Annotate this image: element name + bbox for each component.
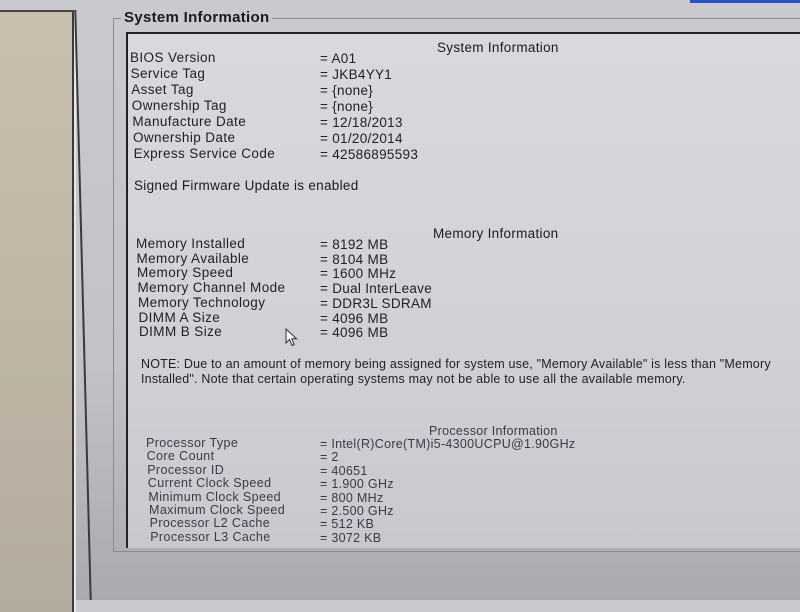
processor-row-value: = Intel(R)Core(TM)i5-4300UCPU@1.90GHz — [320, 437, 576, 451]
processor-row-label: Processor L3 Cache — [150, 529, 271, 544]
processor-row-value: = 512 KB — [320, 517, 375, 532]
processor-row-value: = 1.900 GHz — [320, 477, 394, 492]
processor-row-label: Processor ID — [147, 462, 225, 477]
system-row-value: = {none} — [320, 83, 374, 98]
groupbox-title: System Information — [121, 9, 273, 26]
memory-row-label: Memory Speed — [137, 265, 234, 281]
processor-row-label: Processor L2 Cache — [149, 516, 271, 531]
system-section-title: System Information — [437, 40, 559, 55]
memory-row-value: = Dual InterLeave — [320, 281, 433, 297]
processor-row-value: = 40651 — [320, 463, 368, 478]
system-row-label: Ownership Date — [133, 130, 236, 145]
processor-row-value: = 2.500 GHz — [320, 504, 394, 518]
memory-row-label: Memory Available — [136, 250, 250, 266]
processor-row-label: Processor Type — [146, 436, 239, 450]
processor-row-label: Minimum Clock Speed — [148, 489, 282, 504]
system-row-label: Asset Tag — [131, 82, 194, 97]
system-row-label: Ownership Tag — [131, 98, 227, 113]
memory-row-label: Memory Channel Mode — [137, 280, 286, 296]
window-accent-bar — [690, 0, 800, 3]
mouse-pointer-icon — [285, 328, 298, 347]
processor-row-value: = 800 MHz — [320, 490, 384, 505]
pane-divider[interactable] — [74, 10, 92, 600]
memory-row-label: DIMM B Size — [139, 324, 223, 340]
system-row-label: Manufacture Date — [132, 114, 247, 129]
memory-row-value: = 1600 MHz — [320, 266, 397, 282]
processor-section-title: Processor Information — [429, 424, 558, 438]
memory-row-value: = 4096 MB — [320, 325, 389, 341]
system-row-value: = A01 — [320, 51, 357, 66]
firmware-status: Signed Firmware Update is enabled — [134, 178, 359, 193]
system-row-value: = 01/20/2014 — [320, 131, 403, 146]
memory-row-label: DIMM A Size — [138, 309, 221, 325]
settings-tree-pane[interactable] — [0, 10, 74, 612]
memory-row-value: = DDR3L SDRAM — [320, 295, 432, 311]
memory-row-value: = 8192 MB — [320, 237, 389, 252]
memory-row-label: Memory Installed — [136, 236, 246, 251]
system-row-value: = 12/18/2013 — [320, 115, 403, 130]
memory-section-title: Memory Information — [433, 226, 559, 241]
system-row-value: = 42586895593 — [320, 147, 419, 162]
memory-note: NOTE: Due to an amount of memory being a… — [141, 357, 771, 386]
memory-row-value: = 8104 MB — [320, 251, 389, 267]
system-row-label: Express Service Code — [133, 146, 276, 161]
system-row-label: BIOS Version — [130, 50, 216, 65]
memory-row-label: Memory Technology — [138, 294, 266, 310]
system-row-label: Service Tag — [130, 66, 206, 81]
processor-row-label: Current Clock Speed — [147, 476, 272, 491]
processor-row-value: = 3072 KB — [320, 530, 382, 545]
memory-row-value: = 4096 MB — [320, 310, 389, 326]
processor-row-value: = 2 — [320, 450, 339, 465]
processor-row-label: Core Count — [146, 449, 215, 464]
system-row-value: = JKB4YY1 — [320, 67, 393, 82]
system-row-value: = {none} — [320, 99, 374, 114]
processor-row-label: Maximum Clock Speed — [149, 503, 286, 517]
